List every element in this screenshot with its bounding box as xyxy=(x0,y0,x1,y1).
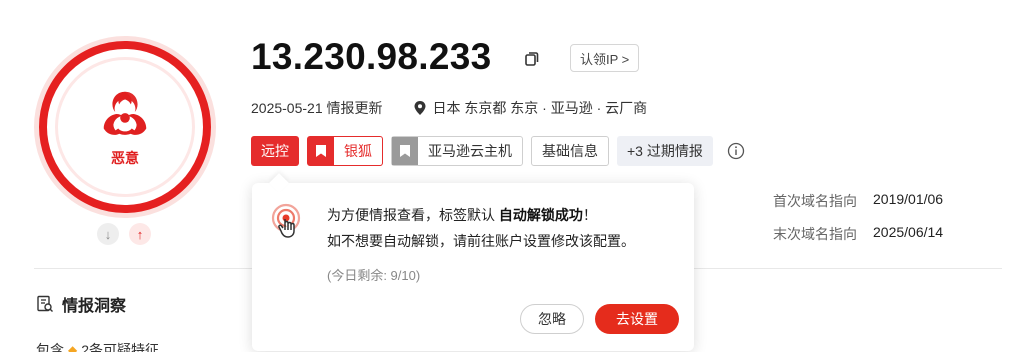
tag-cloud-label: 亚马逊云主机 xyxy=(428,143,512,159)
update-date: 2025-05-21 情报更新 xyxy=(251,100,383,116)
contains-row: 包含 ◆ 2条可疑特征 xyxy=(36,340,159,352)
stat-label: 首次域名指向 xyxy=(773,193,857,209)
bookmark-icon xyxy=(392,137,418,165)
contains-prefix: 包含 xyxy=(36,342,64,352)
ip-address-title: 13.230.98.233 xyxy=(251,36,492,77)
popover-line-1-prefix: 为方便情报查看，标签默认 xyxy=(327,207,499,223)
badge-inner: 恶意 xyxy=(55,57,195,197)
stat-label: 末次域名指向 xyxy=(773,226,857,242)
diamond-icon: ◆ xyxy=(68,343,78,352)
stat-value: 2019/01/06 xyxy=(873,191,944,207)
popover-line-2: 如不想要自动解锁，请前往账户设置修改该配置。 xyxy=(327,233,635,249)
stat-value: 2025/06/14 xyxy=(873,224,944,240)
copy-icon[interactable] xyxy=(522,50,540,68)
tag-amazon-cloud[interactable]: 亚马逊云主机 xyxy=(391,136,523,166)
tag-row: 远控 银狐 亚马逊云主机 基础信息 +3 过期情报 xyxy=(251,136,745,166)
popover-remaining: (今日剩余: 9/10) xyxy=(327,268,421,283)
bookmark-icon xyxy=(308,137,334,165)
stat-last-domain: 末次域名指向 2025/06/14 xyxy=(773,224,943,244)
tag-silver-fox[interactable]: 银狐 xyxy=(307,136,383,166)
badge-label: 恶意 xyxy=(111,150,139,166)
insight-title: 情报洞察 xyxy=(62,298,127,315)
biohazard-icon xyxy=(103,91,147,135)
auto-unlock-popover: 为方便情报查看，标签默认 自动解锁成功！ 如不想要自动解锁，请前往账户设置修改该… xyxy=(252,183,694,351)
tap-hand-icon xyxy=(271,203,301,238)
info-icon[interactable] xyxy=(727,142,745,160)
go-settings-button[interactable]: 去设置 xyxy=(595,304,679,334)
stat-first-domain: 首次域名指向 2019/01/06 xyxy=(773,191,943,211)
insight-heading: 情报洞察 xyxy=(36,292,126,316)
meta-row: 2025-05-21 情报更新 日本 东京都 东京 · 亚马逊 · 云厂商 xyxy=(251,98,647,118)
contains-text: 2条可疑特征 xyxy=(81,342,160,352)
upvote-button[interactable]: ↑ xyxy=(129,223,151,245)
popover-line-1: 为方便情报查看，标签默认 自动解锁成功！ xyxy=(327,205,597,225)
location-text: 日本 东京都 东京 · 亚马逊 · 云厂商 xyxy=(432,100,648,116)
location-pin-icon xyxy=(414,101,426,115)
tag-basic-info[interactable]: 基础信息 xyxy=(531,136,609,166)
popover-line-1-bold: 自动解锁成功 xyxy=(498,207,583,223)
insight-report-icon xyxy=(37,295,53,312)
threat-badge: 恶意 xyxy=(34,36,216,218)
popover-line-1-suffix: ！ xyxy=(582,207,597,223)
ignore-button[interactable]: 忽略 xyxy=(520,304,584,334)
tag-expired-intel[interactable]: +3 过期情报 xyxy=(617,136,713,166)
downvote-button[interactable]: ↓ xyxy=(97,223,119,245)
tag-remote-control[interactable]: 远控 xyxy=(251,136,299,166)
claim-ip-button[interactable]: 认领IP > xyxy=(570,44,640,72)
tag-fox-label: 银狐 xyxy=(344,143,372,159)
